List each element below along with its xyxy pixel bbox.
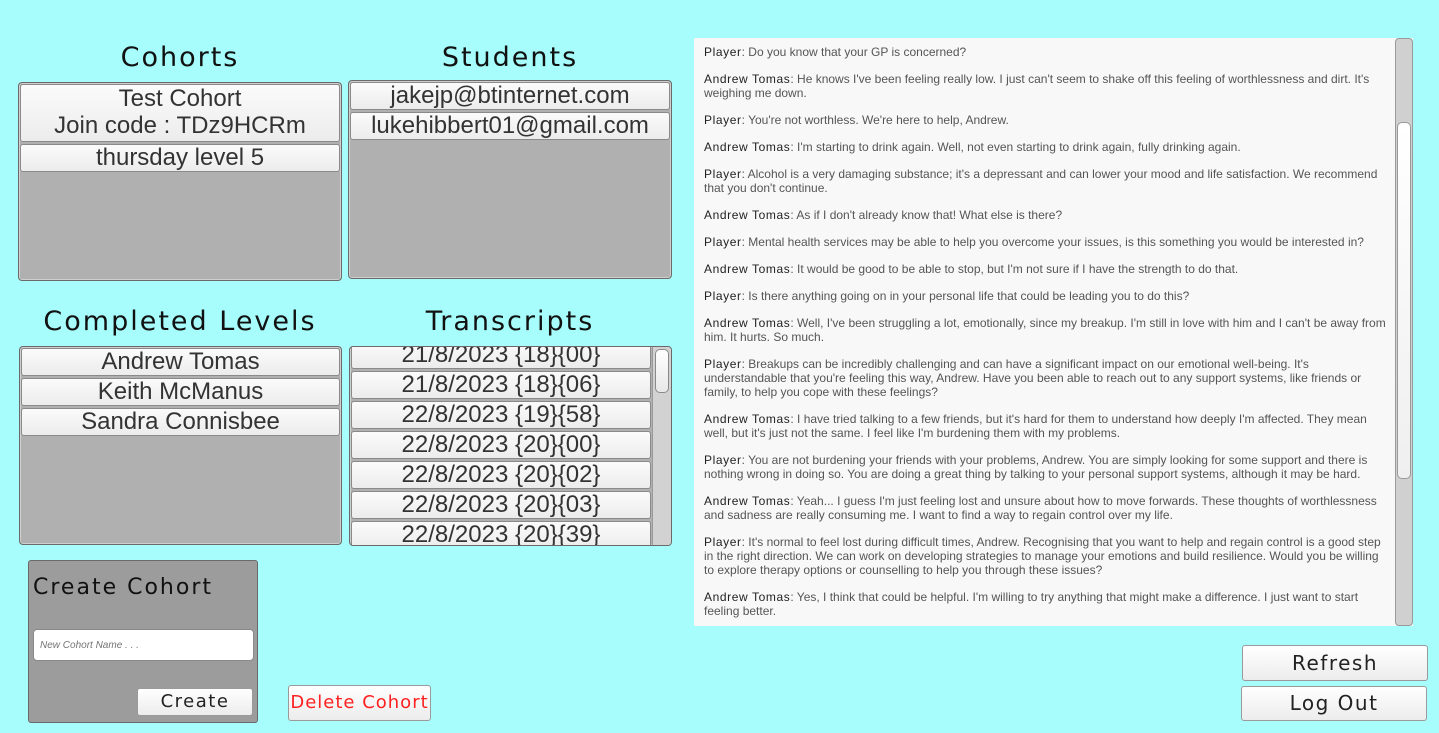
transcript-line: Player: Mental health services may be ab… <box>704 235 1386 249</box>
completed-levels-list[interactable]: Andrew Tomas Keith McManus Sandra Connis… <box>19 346 342 545</box>
message-text: : It would be good to be able to stop, b… <box>790 262 1239 276</box>
transcript-line: Player: Alcohol is a very damaging subst… <box>704 167 1386 195</box>
new-cohort-name-input[interactable] <box>33 629 254 661</box>
message-text: : Mental health services may be able to … <box>741 235 1364 249</box>
transcript-line: Player: Breakups can be incredibly chall… <box>704 357 1386 399</box>
message-text: : Yeah... I guess I'm just feeling lost … <box>704 494 1377 522</box>
message-text: : Do you know that your GP is concerned? <box>741 45 967 59</box>
cohorts-heading: Cohorts <box>120 42 240 73</box>
delete-cohort-button[interactable]: Delete Cohort <box>288 685 431 721</box>
completed-level-item[interactable]: Keith McManus <box>21 378 340 406</box>
speaker-name: Player <box>704 45 742 59</box>
speaker-name: Andrew Tomas <box>704 208 791 222</box>
message-text: : He knows I've been feeling really low.… <box>704 72 1370 100</box>
message-text: : I have tried talking to a few friends,… <box>704 412 1367 440</box>
transcript-item[interactable]: 21/8/2023 {18}{06} <box>351 371 651 399</box>
completed-level-item[interactable]: Andrew Tomas <box>21 348 340 376</box>
transcript-scrollbar[interactable] <box>1395 38 1413 626</box>
speaker-name: Player <box>704 289 742 303</box>
transcript-item[interactable]: 21/8/2023 {18}{00} <box>351 347 651 369</box>
transcript-line: Andrew Tomas: It would be good to be abl… <box>704 262 1386 276</box>
transcript-line: Andrew Tomas: Well, I've been struggling… <box>704 316 1386 344</box>
transcript-line: Player: Do you know that your GP is conc… <box>704 45 1386 59</box>
speaker-name: Andrew Tomas <box>704 316 791 330</box>
message-text: : I'm starting to drink again. Well, not… <box>790 140 1241 154</box>
message-text: : You are not burdening your friends wit… <box>704 453 1368 481</box>
transcript-line: Player: You're not worthless. We're here… <box>704 113 1386 127</box>
cohort-item-test-cohort[interactable]: Test Cohort Join code : TDz9HCRm <box>20 84 340 142</box>
transcripts-scrollbar[interactable] <box>652 347 671 545</box>
transcript-item[interactable]: 22/8/2023 {19}{58} <box>351 401 651 429</box>
message-text: : You're not worthless. We're here to he… <box>741 113 1009 127</box>
speaker-name: Player <box>704 357 742 371</box>
speaker-name: Player <box>704 167 742 181</box>
transcripts-list[interactable]: 21/8/2023 {18}{00} 21/8/2023 {18}{06} 22… <box>349 346 672 546</box>
refresh-button[interactable]: Refresh <box>1242 645 1428 681</box>
transcript-line: Player: It's normal to feel lost during … <box>704 535 1386 577</box>
speaker-name: Andrew Tomas <box>704 262 791 276</box>
message-text: : Is there anything going on in your per… <box>741 289 1190 303</box>
transcript-line: Player: Is there anything going on in yo… <box>704 289 1386 303</box>
message-text: : Breakups can be incredibly challenging… <box>704 357 1362 399</box>
conversation-log: Player: Do you know that your GP is conc… <box>704 45 1386 626</box>
completed-levels-heading: Completed Levels <box>43 306 317 337</box>
message-text: : It's normal to feel lost during diffic… <box>704 535 1381 577</box>
student-item[interactable]: jakejp@btinternet.com <box>350 82 670 110</box>
cohorts-list[interactable]: Test Cohort Join code : TDz9HCRm thursda… <box>18 82 342 281</box>
transcripts-heading: Transcripts <box>425 306 595 337</box>
students-heading: Students <box>441 42 579 73</box>
speaker-name: Andrew Tomas <box>704 412 791 426</box>
create-cohort-heading: Create Cohort <box>33 575 213 600</box>
cohort-item-thursday-level-5[interactable]: thursday level 5 <box>20 144 340 172</box>
completed-level-item[interactable]: Sandra Connisbee <box>21 408 340 436</box>
speaker-name: Player <box>704 453 742 467</box>
transcript-item[interactable]: 22/8/2023 {20}{02} <box>351 461 651 489</box>
transcript-item[interactable]: 22/8/2023 {20}{39} <box>351 521 651 545</box>
transcript-scroll-thumb[interactable] <box>1397 122 1411 479</box>
logout-button[interactable]: Log Out <box>1241 686 1427 721</box>
create-button[interactable]: Create <box>137 688 253 716</box>
transcript-line: Andrew Tomas: Yes, I think that could be… <box>704 590 1386 618</box>
transcripts-scroll-thumb[interactable] <box>655 349 669 393</box>
student-item[interactable]: lukehibbert01@gmail.com <box>350 112 670 140</box>
message-text: : As if I don't already know that! What … <box>790 208 1063 222</box>
transcript-line: Andrew Tomas: Yeah... I guess I'm just f… <box>704 494 1386 522</box>
transcript-item[interactable]: 22/8/2023 {20}{00} <box>351 431 651 459</box>
transcript-line: Andrew Tomas: As if I don't already know… <box>704 208 1386 222</box>
transcript-view[interactable]: Player: Do you know that your GP is conc… <box>694 38 1413 626</box>
transcript-line: Player: You are not burdening your frien… <box>704 453 1386 481</box>
transcript-line: Andrew Tomas: I'm starting to drink agai… <box>704 140 1386 154</box>
cohort-name: Test Cohort <box>118 85 242 112</box>
speaker-name: Andrew Tomas <box>704 494 791 508</box>
message-text: : Yes, I think that could be helpful. I'… <box>704 590 1359 618</box>
transcript-line: Andrew Tomas: He knows I've been feeling… <box>704 72 1386 100</box>
speaker-name: Andrew Tomas <box>704 72 791 86</box>
speaker-name: Player <box>704 235 742 249</box>
students-list[interactable]: jakejp@btinternet.com lukehibbert01@gmai… <box>348 80 672 279</box>
speaker-name: Andrew Tomas <box>704 590 791 604</box>
message-text: : Alcohol is a very damaging substance; … <box>704 167 1378 195</box>
cohort-join-code: Join code : TDz9HCRm <box>54 112 306 139</box>
transcript-item[interactable]: 22/8/2023 {20}{03} <box>351 491 651 519</box>
message-text: : Well, I've been struggling a lot, emot… <box>704 316 1386 344</box>
transcript-line: Andrew Tomas: I have tried talking to a … <box>704 412 1386 440</box>
speaker-name: Andrew Tomas <box>704 140 791 154</box>
create-cohort-panel: Create Cohort Create <box>28 560 258 723</box>
speaker-name: Player <box>704 113 742 127</box>
speaker-name: Player <box>704 535 742 549</box>
